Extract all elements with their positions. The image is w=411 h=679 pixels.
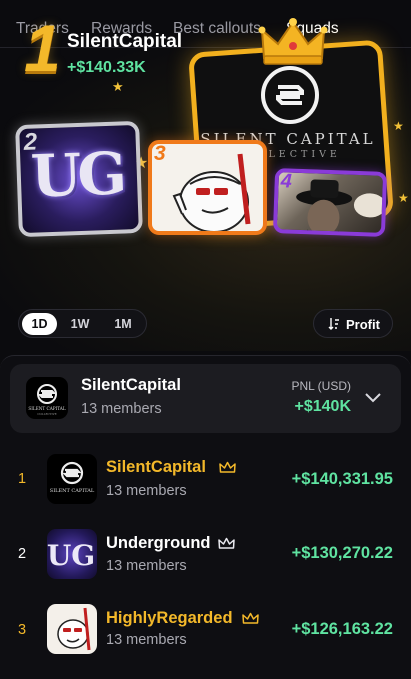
my-squad-avatar: SILENT CAPITAL COLLECTIVE <box>26 377 68 419</box>
svg-text:UG: UG <box>47 539 95 572</box>
squad-name[interactable]: HighlyRegarded <box>106 609 233 628</box>
fourth-place-image <box>296 179 386 237</box>
period-1m-button[interactable]: 1M <box>105 313 141 335</box>
svg-text:SILENT CAPITAL: SILENT CAPITAL <box>50 488 95 494</box>
squad-pnl: +$130,270.22 <box>291 544 393 562</box>
underground-logo: UG <box>29 139 125 211</box>
sort-profit-button[interactable]: Profit <box>313 309 393 338</box>
period-1d-button[interactable]: 1D <box>22 313 57 335</box>
tab-best-callouts[interactable]: Best callouts <box>173 20 261 38</box>
squad-pnl: +$126,163.22 <box>291 620 393 638</box>
squad-members: 13 members <box>106 483 187 499</box>
squad-avatar[interactable]: UG <box>47 529 97 579</box>
second-place-card[interactable]: 2 UG <box>15 120 143 238</box>
my-squad-members: 13 members <box>81 401 162 417</box>
crown-icon <box>242 612 259 624</box>
highlyregarded-mascot-image <box>172 153 251 231</box>
third-place-rank: 3 <box>154 142 166 165</box>
hero-rank: 1 <box>24 11 61 85</box>
crown-icon <box>219 461 236 473</box>
svg-text:COLLECTIVE: COLLECTIVE <box>37 412 56 416</box>
star-icon: ★ <box>398 191 409 205</box>
chevron-down-icon[interactable] <box>364 391 382 403</box>
hero-squad-pnl: +$140.33K <box>67 59 146 76</box>
star-icon: ★ <box>393 119 404 133</box>
squad-name[interactable]: Underground <box>106 534 211 553</box>
star-icon: ★ <box>112 79 124 94</box>
squad-members: 13 members <box>106 558 187 574</box>
svg-text:SILENT CAPITAL: SILENT CAPITAL <box>28 406 65 411</box>
squad-members: 13 members <box>106 632 187 648</box>
period-filter: 1D 1W 1M <box>18 309 147 338</box>
fourth-place-card[interactable]: 4 <box>272 168 388 237</box>
my-squad-name: SilentCapital <box>81 376 181 394</box>
squad-name[interactable]: SilentCapital <box>106 458 206 477</box>
my-squad-pnl: +$140K <box>294 398 352 415</box>
hero-squad-name[interactable]: SilentCapital <box>67 31 182 53</box>
row-rank: 1 <box>18 471 27 487</box>
sort-icon <box>328 318 339 330</box>
row-rank: 2 <box>18 546 27 562</box>
pnl-label: PNL (USD) <box>291 379 351 393</box>
crown-icon <box>258 18 328 65</box>
squad-avatar[interactable] <box>47 604 97 654</box>
squad-avatar[interactable]: SILENT CAPITAL <box>47 454 97 504</box>
fourth-place-rank: 4 <box>280 170 293 193</box>
squad-pnl: +$140,331.95 <box>291 470 393 488</box>
period-1w-button[interactable]: 1W <box>62 313 98 335</box>
crown-icon <box>218 537 235 549</box>
row-rank: 3 <box>18 622 27 638</box>
sort-label: Profit <box>346 317 380 332</box>
third-place-card[interactable]: 3 <box>148 140 267 235</box>
silent-capital-logo <box>261 66 319 124</box>
